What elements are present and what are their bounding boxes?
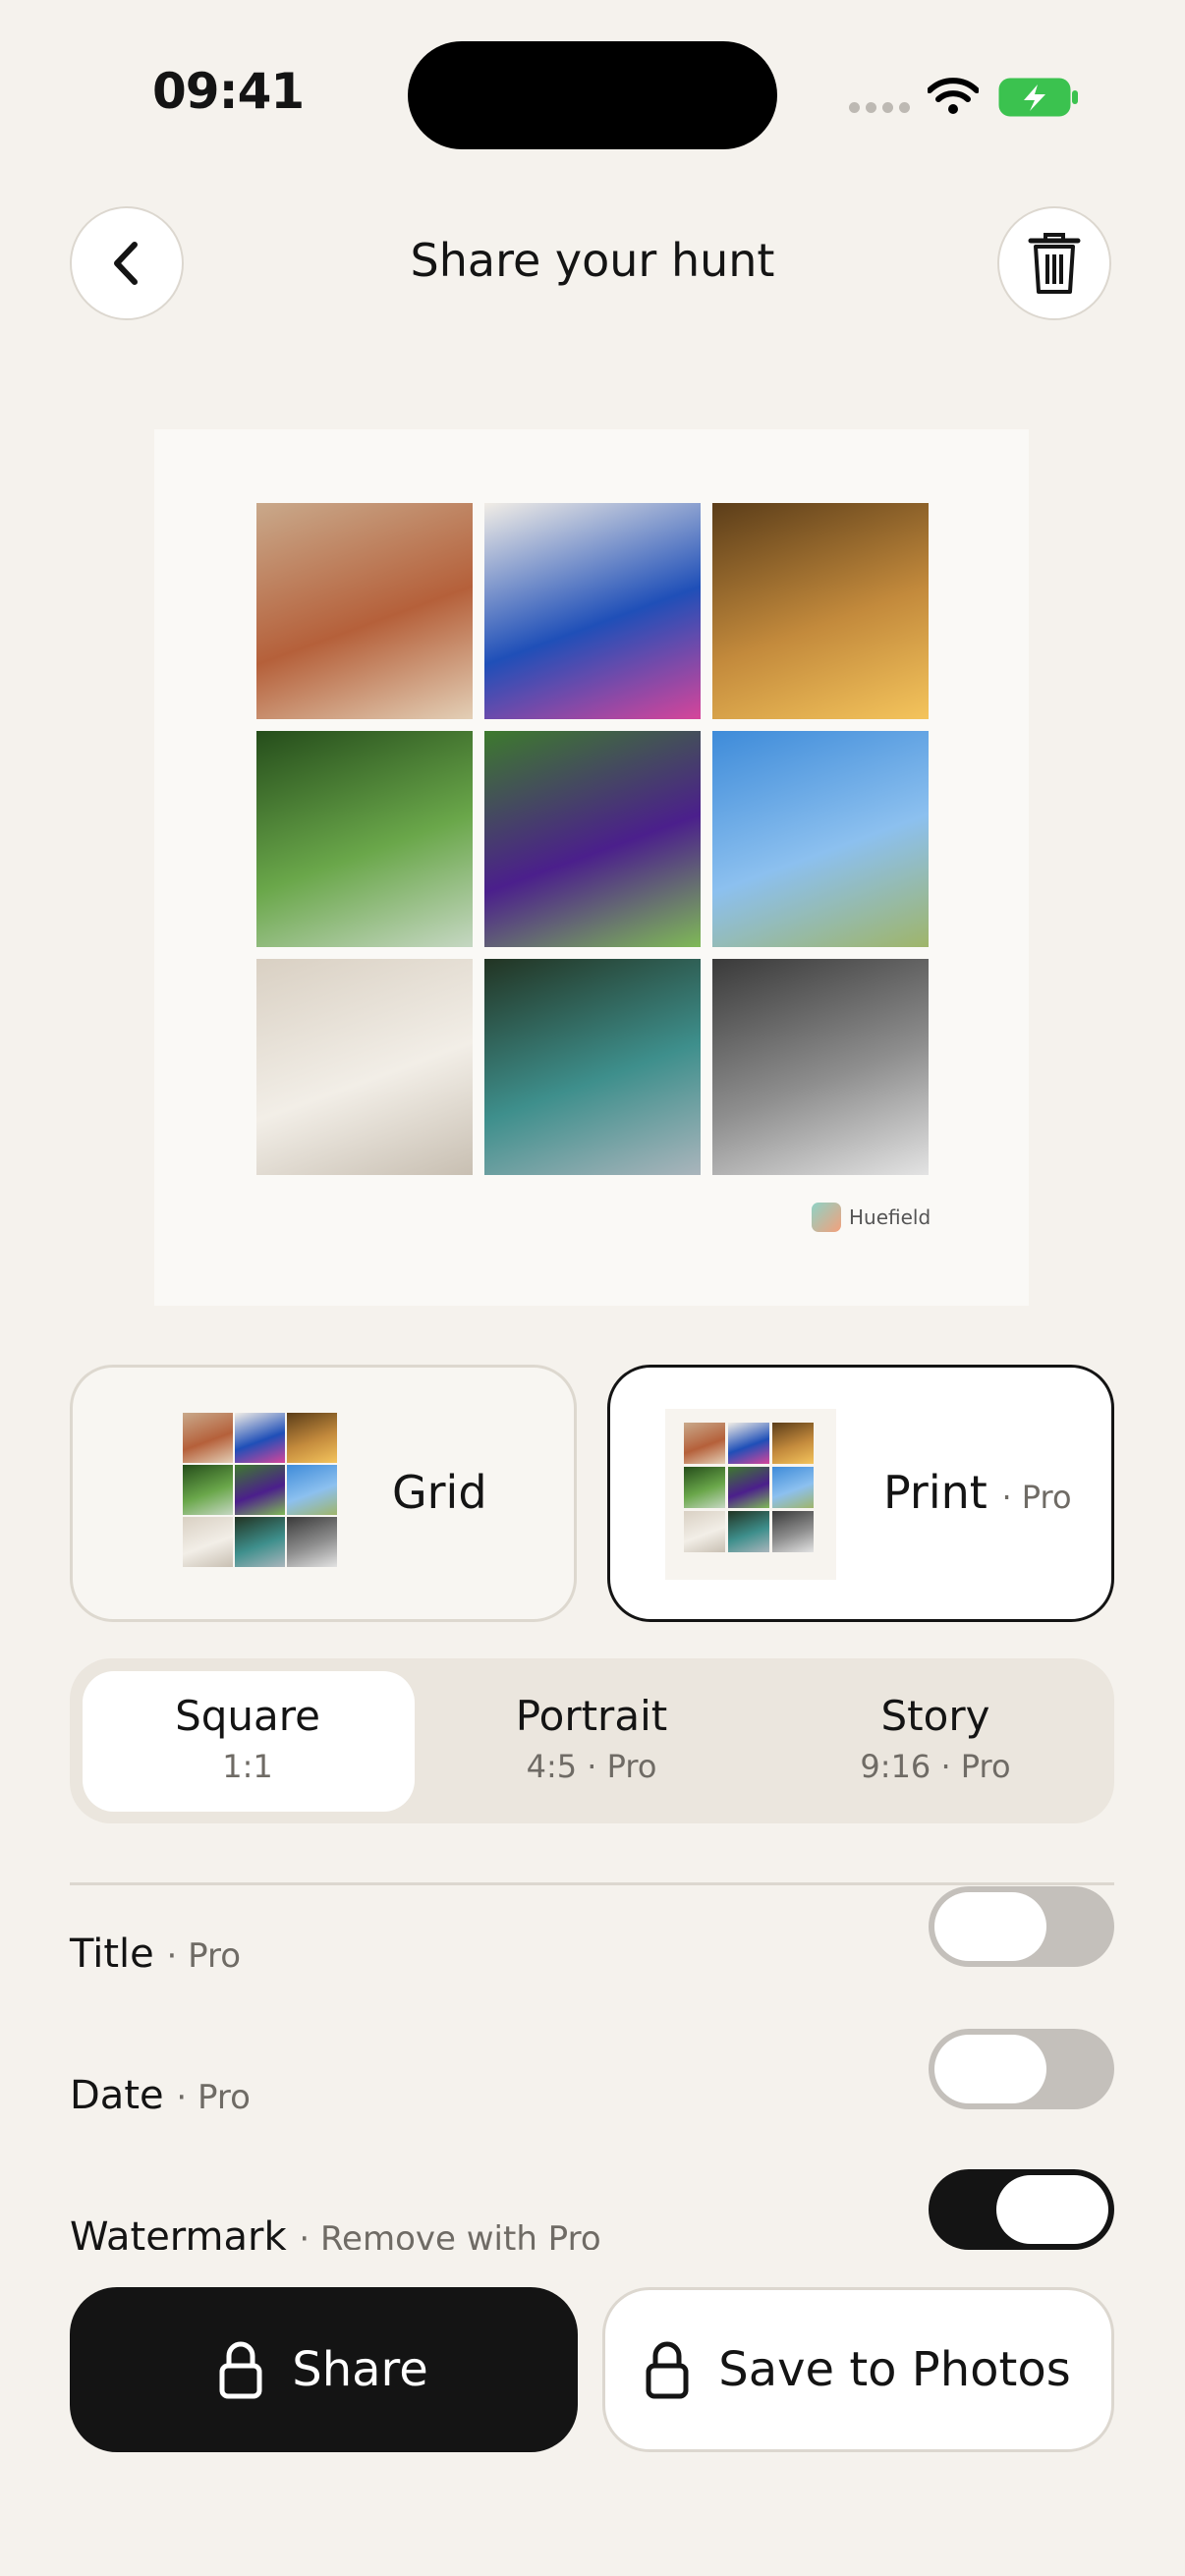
photo-linen-fabric bbox=[183, 1517, 233, 1567]
photo-pine-lake bbox=[235, 1517, 285, 1567]
print-thumbnail bbox=[665, 1409, 836, 1580]
photo-terracotta-vase bbox=[183, 1413, 233, 1463]
photo-pine-lake bbox=[484, 959, 701, 1175]
photo-cloud-sky bbox=[287, 1465, 337, 1515]
option-date-label: Date · Pro bbox=[70, 2073, 251, 2118]
pro-tag: · Remove with Pro bbox=[299, 2219, 601, 2250]
pro-tag: · Pro bbox=[1001, 1479, 1072, 1516]
status-time: 09:41 bbox=[152, 63, 305, 120]
print-title: Print bbox=[883, 1466, 988, 1519]
toggle-knob bbox=[934, 1892, 1046, 1961]
photo-purple-flower bbox=[235, 1465, 285, 1515]
photo-linen-fabric bbox=[684, 1511, 725, 1552]
battery-charging-icon bbox=[998, 78, 1078, 117]
photo-purple-flower bbox=[728, 1467, 769, 1508]
segment-portrait[interactable]: Portrait 4:5 · Pro bbox=[424, 1692, 759, 1785]
photo-misty-mountain bbox=[287, 1517, 337, 1567]
option-label-text: Title bbox=[70, 1932, 154, 1977]
option-label-text: Watermark bbox=[70, 2214, 287, 2250]
segment-sublabel: 9:16 · Pro bbox=[860, 1748, 1011, 1785]
trash-icon bbox=[1028, 233, 1081, 294]
delete-button[interactable] bbox=[997, 206, 1111, 320]
photo-forest-stream bbox=[684, 1467, 725, 1508]
photo-cloud-sky bbox=[772, 1467, 814, 1508]
photo-wheat-field bbox=[772, 1423, 814, 1464]
option-watermark-label: Watermark · Remove with Pro bbox=[70, 2214, 601, 2250]
cellular-signal-icon bbox=[849, 102, 910, 113]
segment-sublabel: 4:5 · Pro bbox=[526, 1748, 657, 1785]
photo-misty-mountain bbox=[712, 959, 929, 1175]
toggle-knob bbox=[934, 2035, 1046, 2103]
title-toggle[interactable] bbox=[929, 1886, 1114, 1967]
save-to-photos-button[interactable]: Save to Photos bbox=[602, 2287, 1114, 2452]
segment-sublabel: 1:1 bbox=[222, 1748, 273, 1785]
photo-forest-stream bbox=[256, 731, 473, 947]
photo-linen-fabric bbox=[256, 959, 473, 1175]
wifi-icon bbox=[928, 78, 979, 114]
grid-thumbnail bbox=[181, 1413, 338, 1574]
save-button-label: Save to Photos bbox=[718, 2342, 1071, 2397]
segment-label: Portrait bbox=[515, 1692, 668, 1740]
toggle-knob bbox=[996, 2175, 1108, 2244]
pro-tag: · Pro bbox=[176, 2078, 251, 2117]
photo-cloud-sky bbox=[712, 731, 929, 947]
huefield-logo-icon bbox=[812, 1203, 841, 1232]
photo-wheat-field bbox=[287, 1413, 337, 1463]
layout-print-card[interactable]: Print · Pro bbox=[607, 1365, 1114, 1622]
segment-story[interactable]: Story 9:16 · Pro bbox=[768, 1692, 1102, 1785]
layout-grid-card[interactable]: Grid bbox=[70, 1365, 577, 1622]
segment-label: Square bbox=[175, 1692, 320, 1740]
segment-label: Story bbox=[880, 1692, 990, 1740]
photo-blue-door bbox=[484, 503, 701, 719]
divider bbox=[70, 1882, 1114, 1885]
layout-grid-label: Grid bbox=[392, 1466, 487, 1519]
segment-square[interactable]: Square 1:1 bbox=[81, 1692, 415, 1785]
photo-purple-flower bbox=[484, 731, 701, 947]
share-button[interactable]: Share bbox=[70, 2287, 578, 2452]
pro-tag: · Pro bbox=[166, 1936, 242, 1976]
option-title-label: Title · Pro bbox=[70, 1932, 241, 1977]
lock-icon bbox=[219, 2341, 262, 2399]
date-toggle[interactable] bbox=[929, 2029, 1114, 2109]
photo-blue-door bbox=[728, 1423, 769, 1464]
photo-blue-door bbox=[235, 1413, 285, 1463]
photo-terracotta-vase bbox=[684, 1423, 725, 1464]
watermark: Huefield bbox=[812, 1203, 931, 1232]
photo-forest-stream bbox=[183, 1465, 233, 1515]
photo-wheat-field bbox=[712, 503, 929, 719]
share-button-label: Share bbox=[292, 2342, 428, 2397]
watermark-text: Huefield bbox=[849, 1205, 931, 1229]
watermark-toggle[interactable] bbox=[929, 2169, 1114, 2250]
photo-pine-lake bbox=[728, 1511, 769, 1552]
option-label-text: Date bbox=[70, 2073, 164, 2118]
dynamic-island bbox=[408, 41, 777, 149]
photo-misty-mountain bbox=[772, 1511, 814, 1552]
layout-print-label: Print · Pro bbox=[883, 1466, 1072, 1519]
photo-terracotta-vase bbox=[256, 503, 473, 719]
lock-icon bbox=[646, 2341, 689, 2399]
